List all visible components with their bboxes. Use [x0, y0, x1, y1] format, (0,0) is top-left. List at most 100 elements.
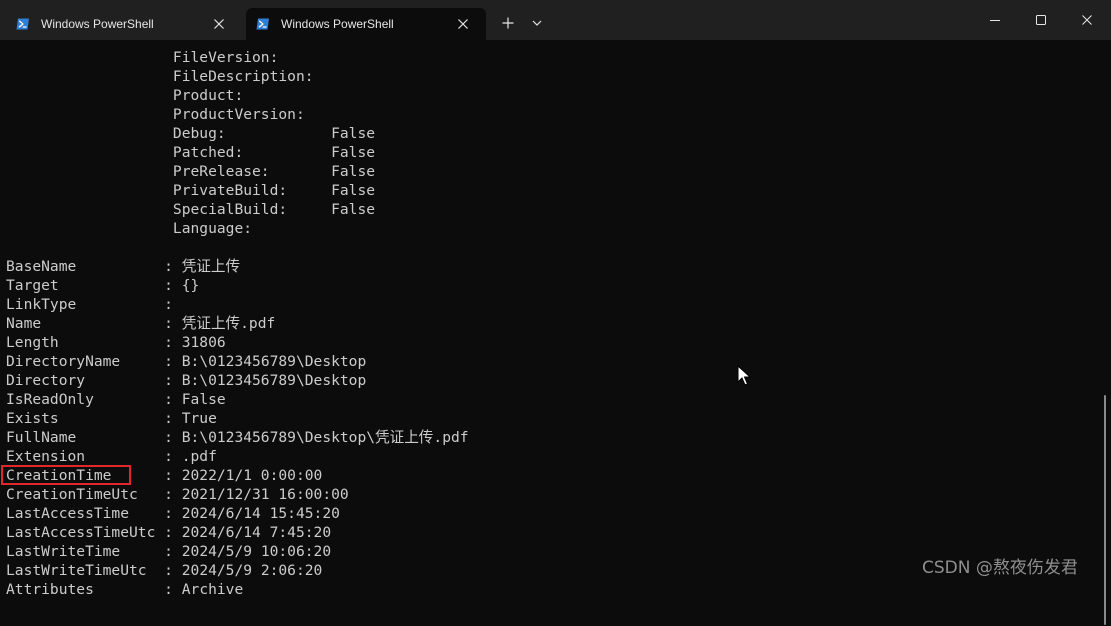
property-name: DirectoryName [6, 353, 121, 370]
property-value: 2024/5/9 2:06:20 [181, 562, 323, 579]
property-name: Name [6, 315, 42, 332]
property-line: Directory : B:\0123456789\Desktop [6, 371, 469, 390]
property-separator: : [146, 562, 182, 579]
property-name: Extension [6, 448, 86, 465]
property-separator: : [76, 296, 182, 313]
property-line: FullName : B:\0123456789\Desktop\凭证上传.pd… [6, 428, 469, 447]
minimize-icon [990, 20, 1000, 21]
powershell-icon [16, 18, 29, 30]
powershell-icon [256, 18, 269, 30]
property-separator: : [58, 410, 182, 427]
property-line: LastWriteTime : 2024/5/9 10:06:20 [6, 542, 469, 561]
version-info-line: ProductVersion: [6, 106, 305, 123]
property-separator: : [58, 277, 182, 294]
maximize-button[interactable] [1018, 0, 1064, 40]
property-value: 2024/6/14 7:45:20 [181, 524, 332, 541]
mouse-cursor-icon [737, 365, 751, 386]
property-line: LastWriteTimeUtc : 2024/5/9 2:06:20 [6, 561, 469, 580]
property-separator: : [129, 505, 182, 522]
property-name: LastAccessTime [6, 505, 130, 522]
watermark: CSDN @熬夜伤发君 [922, 558, 1078, 578]
highlight-box [1, 465, 131, 485]
property-value: B:\0123456789\Desktop\凭证上传.pdf [181, 429, 469, 446]
property-separator: : [120, 543, 182, 560]
terminal-window: Windows PowerShell Windows PowerShell Fi… [0, 0, 1111, 626]
property-line: LinkType : [6, 295, 469, 314]
property-name: CreationTimeUtc [6, 486, 138, 503]
version-info-line: Language: [6, 220, 253, 237]
property-line: BaseName : 凭证上传 [6, 257, 469, 276]
property-separator: : [85, 448, 182, 465]
property-value: B:\0123456789\Desktop [181, 372, 367, 389]
version-info-line: PreRelease: False [6, 163, 376, 180]
property-line: DirectoryName : B:\0123456789\Desktop [6, 352, 469, 371]
close-window-button[interactable] [1064, 0, 1110, 40]
property-name: FullName [6, 429, 77, 446]
property-name: IsReadOnly [6, 391, 94, 408]
property-value: {} [181, 277, 200, 294]
version-info-line [6, 238, 469, 257]
tab-dropdown-button[interactable] [523, 8, 551, 38]
property-name: Exists [6, 410, 59, 427]
property-name: LastAccessTimeUtc [6, 524, 156, 541]
property-separator: : [41, 315, 182, 332]
property-separator: : [93, 581, 182, 598]
property-value: 2022/1/1 0:00:00 [181, 467, 323, 484]
terminal-text: FileVersion: FileDescription: Product: P… [6, 48, 469, 599]
tab-powershell-2[interactable]: Windows PowerShell [246, 8, 486, 40]
property-separator: : [85, 372, 182, 389]
version-info-line: SpecialBuild: False [6, 201, 376, 218]
tab-title: Windows PowerShell [281, 17, 394, 31]
property-separator: : [120, 353, 182, 370]
property-value: 凭证上传 [181, 258, 241, 275]
version-info-line: Patched: False [6, 144, 376, 161]
property-name: LinkType [6, 296, 77, 313]
tab-powershell-1[interactable]: Windows PowerShell [6, 8, 242, 40]
close-icon[interactable] [212, 17, 226, 31]
version-info-line: PrivateBuild: False [6, 182, 376, 199]
property-line: Exists : True [6, 409, 469, 428]
version-info-line: Debug: False [6, 125, 376, 142]
property-value: 2024/5/9 10:06:20 [181, 543, 332, 560]
scrollbar-thumb[interactable] [1104, 395, 1106, 625]
property-separator: : [76, 429, 182, 446]
new-tab-button[interactable] [494, 8, 522, 38]
tab-title: Windows PowerShell [41, 17, 154, 31]
property-line: Attributes : Archive [6, 580, 469, 599]
property-value: 31806 [181, 334, 226, 351]
property-name: Attributes [6, 581, 94, 598]
close-icon [1082, 15, 1092, 25]
property-line: LastAccessTimeUtc : 2024/6/14 7:45:20 [6, 523, 469, 542]
property-name: Length [6, 334, 59, 351]
close-icon[interactable] [456, 17, 470, 31]
property-name: LastWriteTime [6, 543, 121, 560]
property-separator: : [155, 524, 182, 541]
property-value: 2024/6/14 15:45:20 [181, 505, 340, 522]
property-name: Target [6, 277, 59, 294]
maximize-icon [1036, 15, 1046, 25]
property-separator: : [93, 391, 182, 408]
property-value: False [181, 391, 226, 408]
property-line: Extension : .pdf [6, 447, 469, 466]
plus-icon [502, 17, 514, 29]
property-separator: : [137, 486, 182, 503]
property-line: LastAccessTime : 2024/6/14 15:45:20 [6, 504, 469, 523]
property-value: B:\0123456789\Desktop [181, 353, 367, 370]
property-separator: : [76, 258, 182, 275]
property-name: Directory [6, 372, 86, 389]
property-value: True [181, 410, 217, 427]
version-info-line: FileDescription: [6, 68, 314, 85]
version-info-line: Product: [6, 87, 244, 104]
property-line: CreationTimeUtc : 2021/12/31 16:00:00 [6, 485, 469, 504]
property-line: IsReadOnly : False [6, 390, 469, 409]
property-value: 2021/12/31 16:00:00 [181, 486, 349, 503]
property-value: 凭证上传.pdf [181, 315, 276, 332]
property-name: LastWriteTimeUtc [6, 562, 147, 579]
terminal-output[interactable]: FileVersion: FileDescription: Product: P… [0, 40, 1111, 626]
title-bar: Windows PowerShell Windows PowerShell [0, 0, 1111, 40]
minimize-button[interactable] [972, 0, 1018, 40]
property-line: Name : 凭证上传.pdf [6, 314, 469, 333]
chevron-down-icon [532, 20, 542, 26]
property-separator: : [58, 334, 182, 351]
property-line: Length : 31806 [6, 333, 469, 352]
